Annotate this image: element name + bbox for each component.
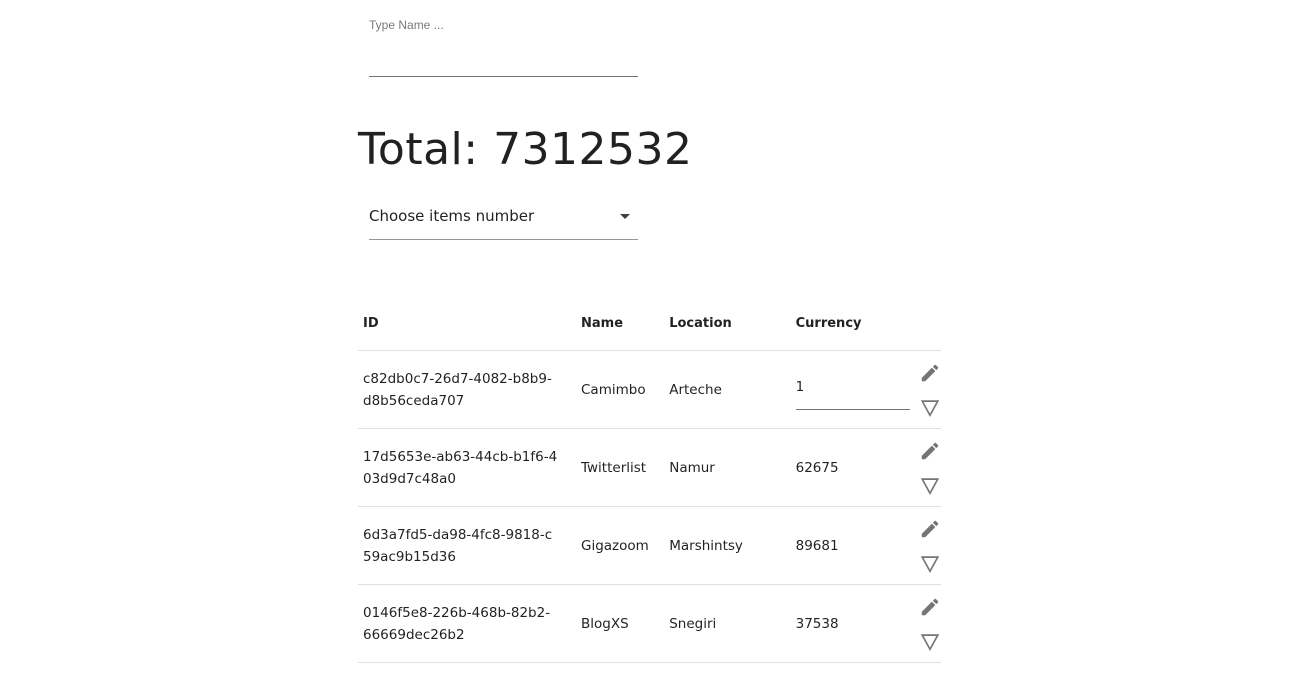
edit-pencil-icon[interactable]: [919, 362, 941, 384]
cell-id-text: c82db0c7-26d7-4082-b8b9-d8b56ceda707: [363, 370, 552, 409]
cell-id: c82db0c7-26d7-4082-b8b9-d8b56ceda707: [358, 350, 581, 429]
cell-name: Gigazoom: [581, 506, 670, 585]
cell-name: BlogXS: [581, 584, 670, 663]
cell-name: Twitterlist: [581, 428, 670, 507]
data-table: ID Name Location Currency c82db0c7-26d7-…: [358, 297, 941, 663]
header-name[interactable]: Name: [581, 297, 670, 351]
cell-currency: 89681: [795, 506, 917, 585]
currency-input[interactable]: [795, 374, 910, 399]
page: Type Name ... Total: 7312532 Choose item…: [0, 0, 1299, 675]
filter-triangle-icon[interactable]: [919, 475, 941, 497]
search-input[interactable]: [369, 42, 638, 72]
cell-id: 6d3a7fd5-da98-4fc8-9818-c59ac9b15d36: [358, 506, 581, 585]
search-underline: [369, 76, 638, 77]
cell-name: Camimbo: [581, 350, 670, 429]
filter-triangle-icon[interactable]: [919, 397, 941, 419]
items-number-select[interactable]: Choose items number: [369, 200, 638, 240]
search-placeholder: Type Name ...: [369, 18, 444, 32]
table-header-row: ID Name Location Currency: [358, 297, 941, 351]
items-number-select-label: Choose items number: [369, 207, 535, 225]
search-field[interactable]: Type Name ...: [369, 16, 638, 77]
cell-id-text: 6d3a7fd5-da98-4fc8-9818-c59ac9b15d36: [363, 526, 553, 565]
cell-actions: [916, 506, 941, 585]
table-row[interactable]: 0146f5e8-226b-468b-82b2-66669dec26b2 Blo…: [358, 584, 941, 663]
cell-location: Arteche: [669, 350, 796, 429]
cell-id-text: 17d5653e-ab63-44cb-b1f6-403d9d7c48a0: [363, 448, 558, 487]
cell-id: 0146f5e8-226b-468b-82b2-66669dec26b2: [358, 584, 581, 663]
total-heading: Total: 7312532: [358, 124, 693, 175]
currency-edit-field[interactable]: [795, 370, 910, 410]
select-underline: [369, 239, 638, 240]
table-row[interactable]: c82db0c7-26d7-4082-b8b9-d8b56ceda707 Cam…: [358, 350, 941, 429]
cell-location: Snegiri: [669, 584, 796, 663]
edit-pencil-icon[interactable]: [919, 596, 941, 618]
cell-id-text: 0146f5e8-226b-468b-82b2-66669dec26b2: [363, 604, 551, 643]
cell-id: 17d5653e-ab63-44cb-b1f6-403d9d7c48a0: [358, 428, 581, 507]
filter-triangle-icon[interactable]: [919, 553, 941, 575]
cell-location: Namur: [669, 428, 796, 507]
currency-underline: [795, 408, 910, 410]
cell-location: Marshintsy: [669, 506, 796, 585]
header-actions: [916, 297, 941, 351]
edit-pencil-icon[interactable]: [919, 518, 941, 540]
header-location[interactable]: Location: [669, 297, 796, 351]
table-row[interactable]: 17d5653e-ab63-44cb-b1f6-403d9d7c48a0 Twi…: [358, 428, 941, 507]
header-currency[interactable]: Currency: [795, 297, 917, 351]
cell-currency: 62675: [795, 428, 917, 507]
cell-currency: 37538: [795, 584, 917, 663]
edit-pencil-icon[interactable]: [919, 440, 941, 462]
header-id[interactable]: ID: [358, 297, 581, 351]
table-row[interactable]: 6d3a7fd5-da98-4fc8-9818-c59ac9b15d36 Gig…: [358, 506, 941, 585]
cell-actions: [916, 428, 941, 507]
cell-actions: [916, 350, 941, 429]
filter-triangle-icon[interactable]: [919, 631, 941, 653]
cell-actions: [916, 584, 941, 663]
cell-currency: [795, 350, 917, 429]
arrow-drop-down-icon[interactable]: [620, 214, 630, 219]
